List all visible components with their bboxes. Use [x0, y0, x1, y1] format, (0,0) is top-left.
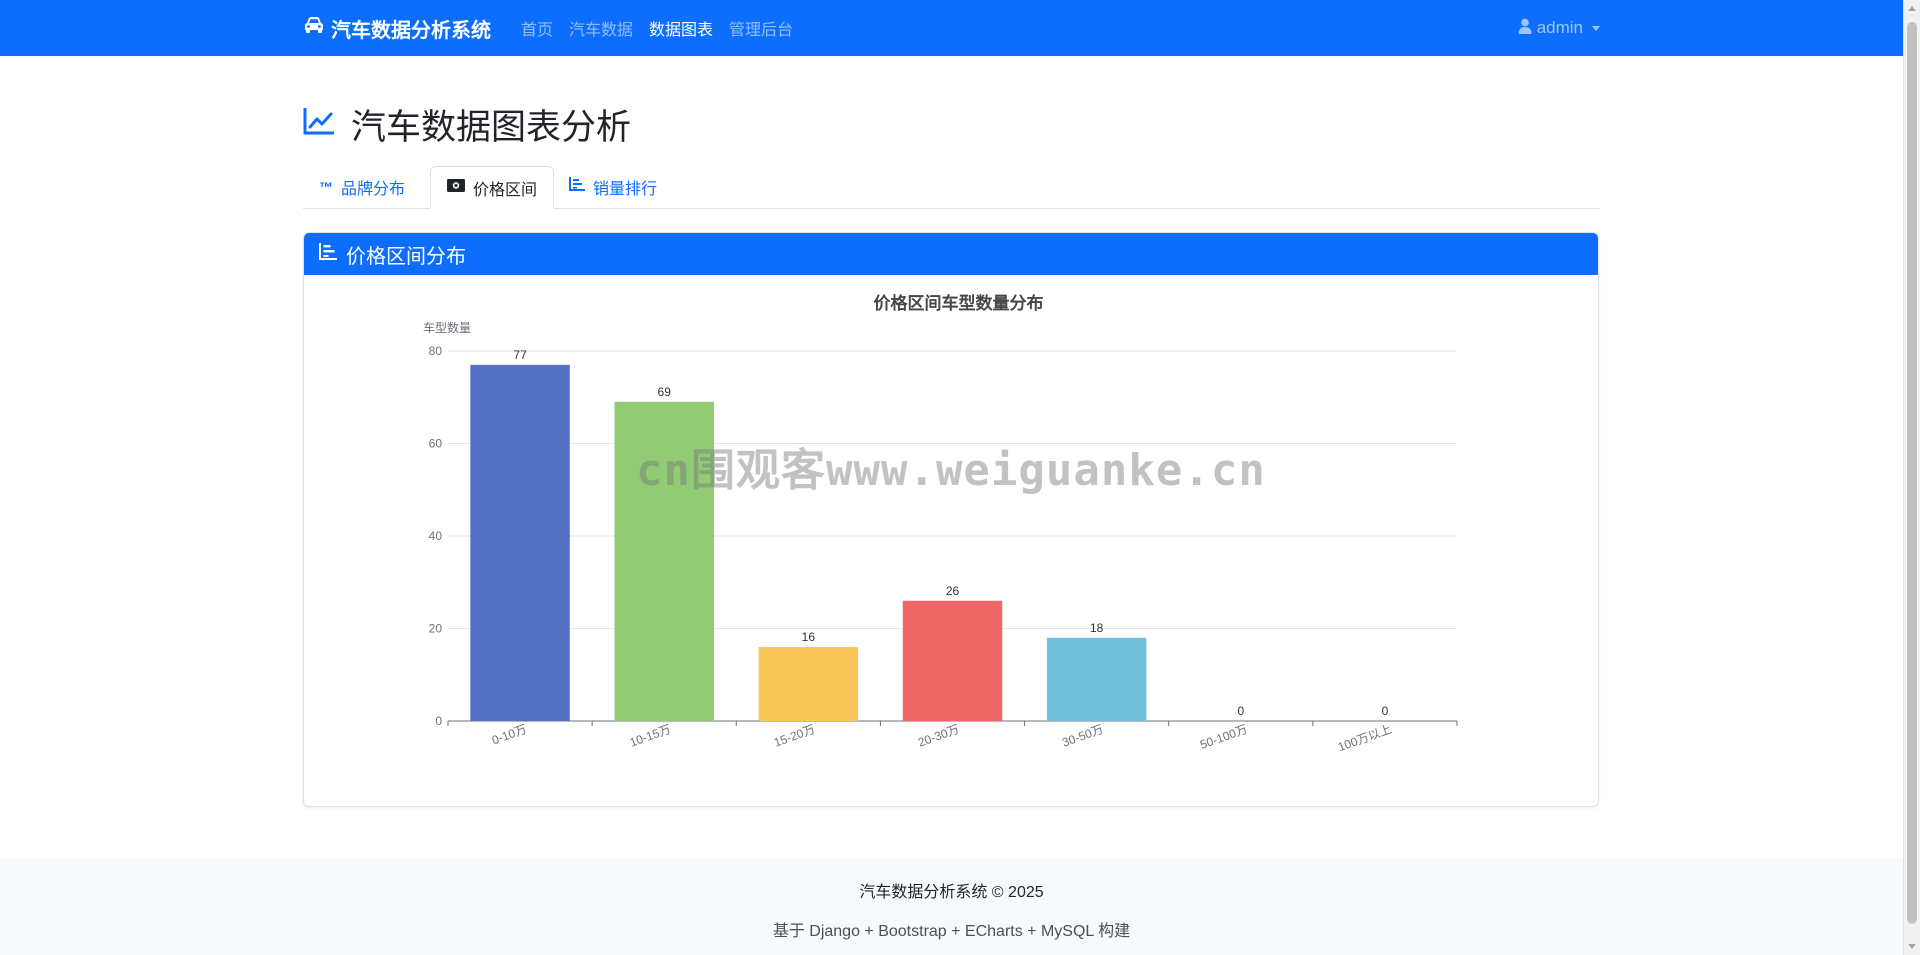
scroll-up-arrow-icon[interactable]: [1908, 6, 1916, 11]
chart-tabs: ™ 品牌分布 价格区间 销量排行: [303, 166, 1600, 209]
navbar: 汽车数据分析系统 首页 汽车数据 数据图表 管理后台 admin: [0, 0, 1903, 56]
watermark: cn围观客www.weiguanke.cn: [636, 445, 1266, 496]
y-tick-label: 60: [429, 437, 443, 451]
vertical-scrollbar[interactable]: [1903, 0, 1920, 955]
tab-label: 价格区间: [473, 181, 538, 199]
scroll-down-arrow-icon[interactable]: [1908, 944, 1916, 949]
bar-value-label: 26: [946, 584, 960, 598]
chart-title: 价格区间车型数量分布: [874, 293, 1044, 313]
footer-tech-stack: 基于 Django + Bootstrap + ECharts + MySQL …: [772, 923, 1131, 940]
chevron-down-icon: [1592, 25, 1600, 31]
tab-sales-ranking[interactable]: 销量排行: [553, 166, 673, 207]
footer: 汽车数据分析系统 © 2025 基于 Django + Bootstrap + …: [0, 859, 1903, 955]
navbar-inner: 汽车数据分析系统 首页 汽车数据 数据图表 管理后台 admin: [303, 0, 1600, 56]
chart-bar-icon: [569, 177, 585, 196]
bar: [902, 600, 1003, 721]
y-axis-label: 车型数量: [423, 320, 471, 335]
x-tick-label: 50-100万: [1198, 722, 1249, 752]
page-title-text: 汽车数据图表分析: [351, 107, 632, 147]
money-bill-icon: [447, 178, 465, 197]
user-menu[interactable]: admin: [1518, 0, 1600, 56]
x-tick-label: 100万以上: [1336, 722, 1393, 754]
y-tick-label: 40: [429, 529, 443, 543]
tab-label: 销量排行: [593, 180, 658, 198]
bar-value-label: 0: [1382, 704, 1389, 718]
user-icon: [1518, 18, 1532, 39]
tab-price-range[interactable]: 价格区间: [430, 166, 555, 209]
tab-brand-distribution[interactable]: ™ 品牌分布: [303, 166, 421, 207]
nav-link-charts[interactable]: 数据图表: [641, 16, 721, 40]
tab-label: 品牌分布: [341, 180, 406, 198]
x-tick-label: 20-30万: [916, 722, 961, 750]
nav-link-admin[interactable]: 管理后台: [721, 16, 801, 40]
bar: [470, 364, 570, 721]
bar: [758, 647, 859, 721]
scroll-thumb[interactable]: [1907, 22, 1917, 924]
brand-text: 汽车数据分析系统: [331, 19, 491, 42]
x-tick-label: 15-20万: [772, 722, 817, 750]
x-tick-label: 10-15万: [628, 722, 673, 750]
bar-value-label: 69: [658, 385, 672, 399]
user-name: admin: [1536, 18, 1583, 37]
price-range-chart[interactable]: 价格区间车型数量分布车型数量 0 20 40 60 80 77 0-10万 69 10-15万 16…: [304, 233, 1599, 807]
nav-links: 首页 汽车数据 数据图表 管理后台: [513, 0, 801, 56]
bar: [1046, 637, 1147, 721]
y-tick-label: 20: [429, 622, 443, 636]
car-icon: [303, 16, 325, 40]
nav-link-home[interactable]: 首页: [513, 16, 561, 40]
bar-value-label: 18: [1090, 621, 1104, 635]
nav-link-car-data[interactable]: 汽车数据: [561, 16, 641, 40]
x-tick-label: 30-50万: [1060, 722, 1105, 750]
trademark-icon: ™: [319, 178, 333, 195]
y-tick-label: 80: [429, 344, 443, 358]
bar-value-label: 77: [513, 348, 527, 362]
bar-value-label: 16: [802, 630, 816, 644]
page-title: 汽车数据图表分析: [303, 98, 631, 150]
footer-copyright: 汽车数据分析系统 © 2025: [859, 884, 1044, 901]
chart-line-icon: [303, 104, 335, 144]
bar-value-label: 0: [1237, 704, 1244, 718]
price-range-card: 价格区间分布 价格区间车型数量分布 车型数量 0 20 40 60 80 77 0-10万 69 1…: [303, 232, 1599, 807]
y-tick-label: 0: [435, 714, 442, 728]
brand[interactable]: 汽车数据分析系统: [303, 14, 491, 42]
x-tick-label: 0-10万: [490, 722, 529, 747]
